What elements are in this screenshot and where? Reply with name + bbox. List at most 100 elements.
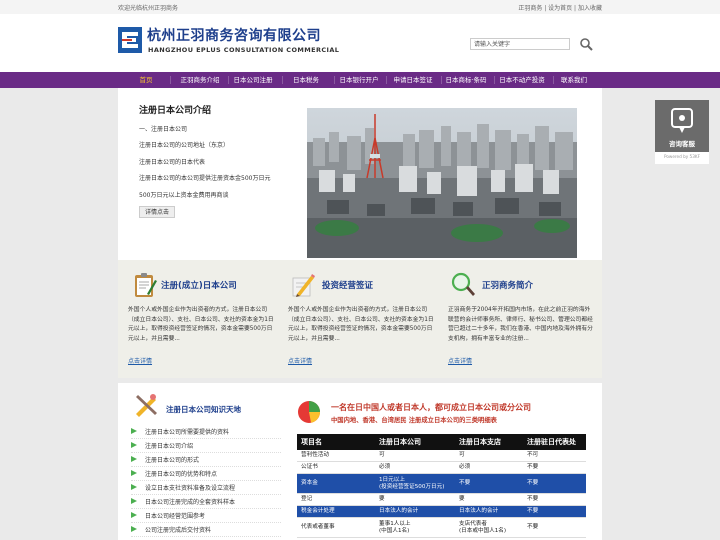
nav-divider <box>386 76 387 84</box>
search-icon[interactable] <box>579 37 593 51</box>
table-cell: 资本金 <box>297 473 375 494</box>
arrow-right-icon <box>131 498 137 504</box>
arrow-right-icon <box>131 512 137 518</box>
knowledge-list-item[interactable]: 注册日本公司介绍 <box>131 439 281 453</box>
table-cell: 要 <box>375 493 455 506</box>
nav-company-registration[interactable]: 日本公司注册 <box>230 72 276 88</box>
table-cell: 营利性活动 <box>297 450 375 462</box>
column-title: 投资经营签证 <box>322 281 374 291</box>
table-cell: 支店代表者 (日本或中国人1名) <box>455 517 523 538</box>
table-cell: 董事1人以上 (中国人1名) <box>375 517 455 538</box>
table-cell: 不要 <box>523 505 586 518</box>
tools-icon <box>136 394 157 417</box>
knowledge-item-label: 注册日本公司的形式 <box>145 457 200 464</box>
knowledge-list-item[interactable]: 注册日本公司所需要提供的资料 <box>131 425 281 439</box>
table-row: 登记 要 要 不要 <box>297 493 586 506</box>
details-button[interactable]: 详情点击 <box>139 206 175 218</box>
table-row: 税金会计处理 日本法人的会计 日本法人的会计 不要 <box>297 505 586 518</box>
knowledge-item-label: 日本公司注册完成的全套资料样本 <box>145 499 236 506</box>
column-text: 外国个人或外国企业作为出资者的方式，注册日本公司（成立日本公司）、支社、日本公司… <box>128 307 274 342</box>
table-cell: 不要 <box>523 473 586 494</box>
column-link[interactable]: 点击详情 <box>288 356 312 365</box>
column-title: 注册(成立)日本公司 <box>161 281 237 291</box>
powered-by-text: Powered by 53KF <box>663 154 701 159</box>
table-cell: 不要 <box>455 473 523 494</box>
header <box>0 14 720 72</box>
table-cell: 不可 <box>523 450 586 462</box>
column-link[interactable]: 点击详情 <box>448 356 472 365</box>
knowledge-list-item[interactable]: 设立日本支社资料准备及设立流程 <box>131 481 281 495</box>
company-logo[interactable] <box>118 27 142 53</box>
column-text: 外国个人或外国企业作为出资者的方式，注册日本公司（成立日本公司）、支社、日本公司… <box>288 307 434 342</box>
arrow-right-icon <box>131 442 137 448</box>
customer-service-widget[interactable]: 咨询客服 Powered by 53KF <box>655 100 709 164</box>
knowledge-item-label: 日本公司经营范围参考 <box>145 513 206 520</box>
table-cell: 税金会计处理 <box>297 505 375 518</box>
knowledge-item-label: 注册日本公司的优势和特点 <box>145 471 218 478</box>
top-links[interactable]: 正羽商务 | 设为首页 | 加入收藏 <box>518 3 602 12</box>
knowledge-item-label: 注册日本公司所需要提供的资料 <box>145 429 230 436</box>
nav-visa[interactable]: 申请日本签证 <box>388 72 438 88</box>
arrow-right-icon <box>131 526 137 532</box>
table-cell: 不要 <box>523 461 586 474</box>
hero-line: 注册日本公司的公司地址（东京） <box>139 142 230 149</box>
nav-home[interactable]: 首页 <box>131 72 161 88</box>
table-row: 公证书 必须 必须 不要 <box>297 461 586 474</box>
knowledge-list-item[interactable]: 注册日本公司的优势和特点 <box>131 467 281 481</box>
customer-service-label: 咨询客服 <box>669 140 695 148</box>
nav-bank-account[interactable]: 日本银行开户 <box>336 72 382 88</box>
knowledge-list-item[interactable]: 注册日本公司的形式 <box>131 453 281 467</box>
table-cell: 可 <box>455 450 523 462</box>
arrow-right-icon <box>131 428 137 434</box>
table-header-cell: 注册驻日代表处 <box>523 434 586 450</box>
nav-contact[interactable]: 联系我们 <box>555 72 593 88</box>
table-row: 资本金 1日元以上 (投资经营签证500万日元) 不要 不要 <box>297 473 586 494</box>
knowledge-list-item[interactable]: 日本公司经营范围参考 <box>131 509 281 523</box>
nav-divider <box>494 76 495 84</box>
table-cell: 必须 <box>375 461 455 474</box>
comparison-subheadline: 中国内地、香港、台湾居民 注册成立日本公司的三类明细表 <box>331 417 497 424</box>
chat-bubble-icon <box>671 108 693 133</box>
pie-chart-icon <box>298 401 320 423</box>
comparison-headline: 一名在日中国人或者日本人，都可成立日本公司或分公司 <box>331 403 531 412</box>
table-cell: 要 <box>455 493 523 506</box>
arrow-right-icon <box>131 470 137 476</box>
table-cell: 日本法人的会计 <box>455 505 523 518</box>
main-nav: 首页 正羽商务介绍 日本公司注册 日本税务 日本银行开户 申请日本签证 日本商标… <box>0 72 720 88</box>
table-cell: 不要 <box>523 493 586 506</box>
knowledge-list-item[interactable]: 公司注册完成后交付资料 <box>131 523 281 537</box>
knowledge-item-label: 注册日本公司介绍 <box>145 443 194 450</box>
search-input[interactable]: 请输入关键字 <box>470 38 570 50</box>
arrow-right-icon <box>131 484 137 490</box>
logo-chinese-name: 杭州正羽商务咨询有限公司 <box>147 28 321 44</box>
clipboard-pen-icon <box>135 273 157 297</box>
customer-service-panel[interactable]: 咨询客服 <box>655 100 709 152</box>
table-cell: 登记 <box>297 493 375 506</box>
nav-trademark[interactable]: 日本商标·条码 <box>443 72 489 88</box>
table-header-cell: 注册日本公司 <box>375 434 455 450</box>
column-title: 正羽商务简介 <box>482 281 534 291</box>
magnifier-icon <box>451 272 475 296</box>
nav-about[interactable]: 正羽商务介绍 <box>176 72 224 88</box>
table-cell: 1日元以上 (投资经营签证500万日元) <box>375 473 455 494</box>
nav-divider <box>441 76 442 84</box>
knowledge-list-item[interactable]: 日本公司注册完成的全套资料样本 <box>131 495 281 509</box>
table-cell: 可 <box>375 450 455 462</box>
hero-title: 注册日本公司介绍 <box>139 106 212 116</box>
top-bar: 欢迎光临杭州正羽商务 正羽商务 | 设为首页 | 加入收藏 <box>0 0 720 14</box>
nav-divider <box>334 76 335 84</box>
hero-line: 一、注册日本公司 <box>139 126 188 133</box>
nav-tax[interactable]: 日本税务 <box>284 72 328 88</box>
nav-divider <box>228 76 229 84</box>
hero-line: 注册日本公司的日本代表 <box>139 159 206 166</box>
comparison-table: 项目名 注册日本公司 注册日本支店 注册驻日代表处 营利性活动 可 可 不可 公… <box>297 434 586 538</box>
table-row: 代表或者董事 董事1人以上 (中国人1名) 支店代表者 (日本或中国人1名) 不… <box>297 517 586 538</box>
welcome-text: 欢迎光临杭州正羽商务 <box>118 5 179 12</box>
logo-english-name: HANGZHOU EPLUS CONSULTATION COMMERCIAL <box>148 46 340 54</box>
pencil-paper-icon <box>292 274 315 297</box>
hero-line: 注册日本公司的本公司提供注册资本金500万日元 <box>139 175 271 182</box>
column-link[interactable]: 点击详情 <box>128 356 152 365</box>
nav-divider <box>553 76 554 84</box>
table-cell: 公证书 <box>297 461 375 474</box>
nav-real-estate[interactable]: 日本不动产投资 <box>496 72 548 88</box>
